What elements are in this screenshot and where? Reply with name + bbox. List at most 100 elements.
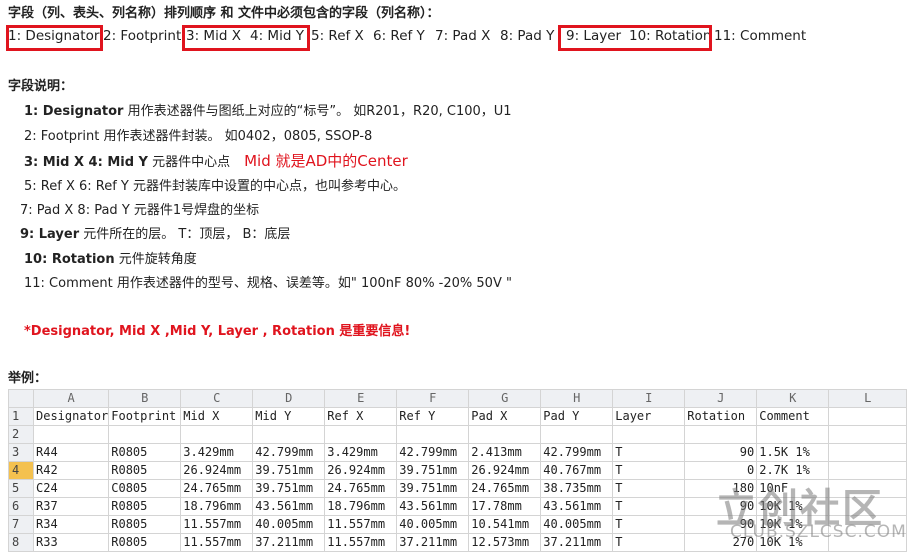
column-header-l[interactable]: L: [828, 389, 908, 408]
table-cell[interactable]: 3.429mm: [180, 443, 254, 462]
row-number[interactable]: 8: [8, 533, 34, 552]
table-cell[interactable]: 39.751mm: [396, 479, 470, 498]
table-cell[interactable]: 40.005mm: [540, 515, 614, 534]
table-cell[interactable]: 37.211mm: [396, 533, 470, 552]
table-cell[interactable]: R42: [32, 461, 110, 480]
table-cell[interactable]: R0805: [108, 497, 182, 516]
row-number[interactable]: 6: [8, 497, 34, 516]
table-cell[interactable]: [468, 425, 542, 444]
table-cell[interactable]: 42.799mm: [540, 443, 614, 462]
table-cell[interactable]: 24.765mm: [180, 479, 254, 498]
table-cell[interactable]: 37.211mm: [540, 533, 614, 552]
table-cell[interactable]: 40.005mm: [252, 515, 326, 534]
table-cell[interactable]: 12.573mm: [468, 533, 542, 552]
column-header-i[interactable]: I: [612, 389, 686, 408]
table-cell[interactable]: 17.78mm: [468, 497, 542, 516]
row-number[interactable]: 2: [8, 425, 34, 444]
table-cell[interactable]: 18.796mm: [324, 497, 398, 516]
table-cell[interactable]: Rotation: [684, 407, 758, 426]
column-header-b[interactable]: B: [108, 389, 182, 408]
column-header-f[interactable]: F: [396, 389, 470, 408]
table-cell[interactable]: 24.765mm: [324, 479, 398, 498]
table-cell[interactable]: 1.5K 1%: [756, 443, 830, 462]
table-cell[interactable]: 37.211mm: [252, 533, 326, 552]
table-cell[interactable]: [828, 407, 908, 426]
table-cell[interactable]: 3.429mm: [324, 443, 398, 462]
table-cell[interactable]: 11.557mm: [324, 533, 398, 552]
table-cell[interactable]: 39.751mm: [252, 479, 326, 498]
table-cell[interactable]: C24: [32, 479, 110, 498]
column-header-a[interactable]: A: [32, 389, 110, 408]
table-cell[interactable]: 11.557mm: [324, 515, 398, 534]
table-cell[interactable]: R44: [32, 443, 110, 462]
table-cell[interactable]: Comment: [756, 407, 830, 426]
table-cell[interactable]: R34: [32, 515, 110, 534]
table-cell[interactable]: 18.796mm: [180, 497, 254, 516]
table-cell[interactable]: 39.751mm: [396, 461, 470, 480]
table-cell[interactable]: 11.557mm: [180, 515, 254, 534]
table-cell[interactable]: 90: [684, 443, 758, 462]
table-cell[interactable]: T: [612, 533, 686, 552]
table-cell[interactable]: 11.557mm: [180, 533, 254, 552]
table-cell[interactable]: T: [612, 515, 686, 534]
table-cell[interactable]: Footprint: [108, 407, 182, 426]
table-cell[interactable]: 40.767mm: [540, 461, 614, 480]
row-number[interactable]: 5: [8, 479, 34, 498]
table-cell[interactable]: [324, 425, 398, 444]
table-cell[interactable]: 43.561mm: [540, 497, 614, 516]
table-cell[interactable]: 43.561mm: [396, 497, 470, 516]
table-cell[interactable]: Pad X: [468, 407, 542, 426]
table-cell[interactable]: [32, 425, 110, 444]
table-cell[interactable]: 26.924mm: [468, 461, 542, 480]
table-cell[interactable]: 40.005mm: [396, 515, 470, 534]
table-cell[interactable]: R37: [32, 497, 110, 516]
table-cell[interactable]: C0805: [108, 479, 182, 498]
table-cell[interactable]: Designator: [32, 407, 110, 426]
table-cell[interactable]: Pad Y: [540, 407, 614, 426]
column-header-c[interactable]: C: [180, 389, 254, 408]
table-cell[interactable]: 26.924mm: [324, 461, 398, 480]
table-cell[interactable]: R0805: [108, 461, 182, 480]
table-cell[interactable]: [180, 425, 254, 444]
table-cell[interactable]: [396, 425, 470, 444]
table-cell[interactable]: Ref Y: [396, 407, 470, 426]
table-cell[interactable]: 38.735mm: [540, 479, 614, 498]
table-cell[interactable]: Mid X: [180, 407, 254, 426]
table-cell[interactable]: R0805: [108, 533, 182, 552]
table-cell[interactable]: R0805: [108, 443, 182, 462]
table-cell[interactable]: 42.799mm: [396, 443, 470, 462]
table-cell[interactable]: T: [612, 443, 686, 462]
table-cell[interactable]: [828, 425, 908, 444]
table-cell[interactable]: 2.413mm: [468, 443, 542, 462]
table-cell[interactable]: [756, 425, 830, 444]
table-cell[interactable]: 42.799mm: [252, 443, 326, 462]
select-all-corner[interactable]: [8, 389, 34, 408]
table-cell[interactable]: 43.561mm: [252, 497, 326, 516]
row-number-selected[interactable]: 4: [8, 461, 34, 480]
table-cell[interactable]: Mid Y: [252, 407, 326, 426]
table-cell[interactable]: R33: [32, 533, 110, 552]
column-header-h[interactable]: H: [540, 389, 614, 408]
table-cell[interactable]: [540, 425, 614, 444]
table-cell[interactable]: [108, 425, 182, 444]
table-cell[interactable]: 24.765mm: [468, 479, 542, 498]
table-cell[interactable]: [684, 425, 758, 444]
table-cell[interactable]: 10.541mm: [468, 515, 542, 534]
table-cell[interactable]: T: [612, 479, 686, 498]
table-cell[interactable]: 26.924mm: [180, 461, 254, 480]
column-header-j[interactable]: J: [684, 389, 758, 408]
column-header-e[interactable]: E: [324, 389, 398, 408]
column-header-d[interactable]: D: [252, 389, 326, 408]
row-number[interactable]: 3: [8, 443, 34, 462]
table-cell[interactable]: T: [612, 497, 686, 516]
table-cell[interactable]: [828, 443, 908, 462]
table-cell[interactable]: [252, 425, 326, 444]
table-cell[interactable]: 39.751mm: [252, 461, 326, 480]
row-number[interactable]: 1: [8, 407, 34, 426]
table-cell[interactable]: R0805: [108, 515, 182, 534]
table-cell[interactable]: Layer: [612, 407, 686, 426]
table-cell[interactable]: [612, 425, 686, 444]
table-cell[interactable]: Ref X: [324, 407, 398, 426]
column-header-g[interactable]: G: [468, 389, 542, 408]
table-cell[interactable]: T: [612, 461, 686, 480]
